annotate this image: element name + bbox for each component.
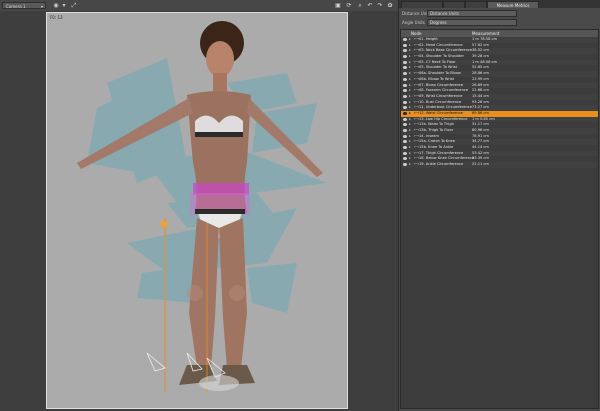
angle-units-select[interactable]: Degrees — [427, 19, 517, 26]
dropdown-icon[interactable]: ▾ — [60, 2, 68, 9]
visibility-icon[interactable]: ▸ — [409, 100, 412, 105]
list-item-measurement: 22.11 cm — [472, 162, 489, 167]
visibility-icon[interactable]: ▸ — [409, 37, 412, 42]
measurement-list: Node Measurement ▸ ⟷ 01. Height 1 m 78.58 c… — [400, 29, 599, 409]
tab-3[interactable] — [465, 1, 487, 8]
eye-icon[interactable] — [403, 157, 407, 161]
visibility-icon[interactable]: ▸ — [409, 88, 412, 93]
settings-icon[interactable]: ✿ — [386, 2, 394, 9]
column-header-node[interactable]: Node — [411, 30, 421, 37]
eye-icon[interactable] — [403, 43, 407, 47]
measure-metrics-panel: Measure Metrics Distance Units Distance … — [398, 0, 600, 411]
eye-icon[interactable] — [403, 94, 407, 98]
visibility-icon[interactable]: ▸ — [409, 111, 412, 116]
visibility-icon[interactable]: ▸ — [409, 122, 412, 127]
eye-icon[interactable] — [403, 72, 407, 76]
eye-icon[interactable] — [403, 163, 407, 167]
visibility-icon[interactable]: ▸ — [409, 54, 412, 59]
visibility-icon[interactable]: ▸ — [409, 145, 412, 150]
orbit-icon[interactable]: ⟳ — [345, 2, 353, 9]
eye-icon[interactable] — [403, 111, 407, 115]
list-item[interactable]: ▸ ⟷ 19. Ankle Circumference 22.11 cm — [401, 162, 598, 168]
camera-select[interactable]: Camera 1 ▾ — [2, 2, 46, 9]
visibility-icon[interactable]: ▸ — [409, 83, 412, 88]
visibility-icon[interactable]: ▸ — [409, 48, 412, 53]
visibility-icon[interactable]: ▸ — [409, 60, 412, 65]
eye-icon[interactable] — [403, 49, 407, 53]
eye-icon[interactable] — [403, 129, 407, 132]
eye-icon[interactable] — [403, 100, 407, 104]
eye-icon[interactable] — [403, 123, 407, 127]
chevron-down-icon: ▾ — [40, 4, 43, 9]
visibility-icon[interactable]: ▸ — [409, 134, 412, 139]
figure-scene — [77, 21, 327, 393]
eye-icon[interactable] — [403, 117, 407, 121]
eye-icon[interactable] — [403, 134, 407, 138]
eye-icon[interactable] — [403, 151, 407, 155]
zoom-icon[interactable]: ⌕ — [356, 2, 364, 9]
eye-icon[interactable] — [403, 38, 407, 41]
visibility-icon[interactable]: ▸ — [409, 156, 412, 161]
distance-units-select[interactable]: Distance Units — [427, 10, 517, 17]
list-header: Node Measurement — [401, 30, 598, 37]
tab-measure-metrics[interactable]: Measure Metrics — [487, 1, 539, 8]
visibility-icon[interactable]: ▸ — [409, 43, 412, 48]
camera-select-label: Camera 1 — [6, 4, 26, 9]
eye-icon[interactable] — [403, 89, 407, 93]
visibility-icon[interactable]: ▸ — [409, 65, 412, 70]
column-header-measurement[interactable]: Measurement — [472, 30, 499, 37]
panel-tabs: Measure Metrics — [399, 0, 600, 8]
list-rows: ▸ ⟷ 01. Height 1 m 78.58 cm ▸ ⟷ 02. Head Circu… — [401, 37, 598, 168]
eye-icon[interactable] — [403, 146, 407, 150]
tab-1[interactable] — [401, 1, 443, 8]
pointer-icon[interactable]: ◉ — [52, 2, 60, 9]
tab-2[interactable] — [443, 1, 465, 8]
pan-icon[interactable]: ↶ — [366, 2, 374, 9]
visibility-icon[interactable]: ▸ — [409, 117, 412, 122]
visibility-icon[interactable]: ▸ — [409, 71, 412, 76]
angle-units-label: Angle Units — [402, 20, 425, 25]
visibility-icon[interactable]: ▸ — [409, 139, 412, 144]
visibility-icon[interactable]: ▸ — [409, 77, 412, 82]
eye-icon[interactable] — [403, 106, 407, 110]
eye-icon[interactable] — [403, 60, 407, 64]
visibility-icon[interactable]: ▸ — [409, 105, 412, 110]
eye-icon[interactable] — [403, 77, 407, 81]
eye-icon[interactable] — [403, 140, 407, 144]
frame-icon[interactable]: ⤢ — [70, 2, 78, 9]
3d-viewport[interactable]: F0: 13 — [46, 12, 348, 409]
angle-units-row: Angle Units Degrees — [399, 18, 600, 27]
visibility-icon[interactable]: ▸ — [409, 128, 412, 133]
visibility-icon[interactable]: ▸ — [409, 94, 412, 99]
eye-icon[interactable] — [403, 66, 407, 70]
visibility-icon[interactable]: ▸ — [409, 151, 412, 156]
visibility-icon[interactable]: ▸ — [409, 162, 412, 167]
eye-icon[interactable] — [403, 55, 407, 59]
distance-units-row: Distance Units Distance Units — [399, 9, 600, 18]
eye-icon[interactable] — [403, 83, 407, 87]
perspective-icon[interactable]: ▣ — [334, 2, 342, 9]
roll-icon[interactable]: ↷ — [376, 2, 384, 9]
list-item-name: 19. Ankle Circumference — [419, 162, 464, 167]
